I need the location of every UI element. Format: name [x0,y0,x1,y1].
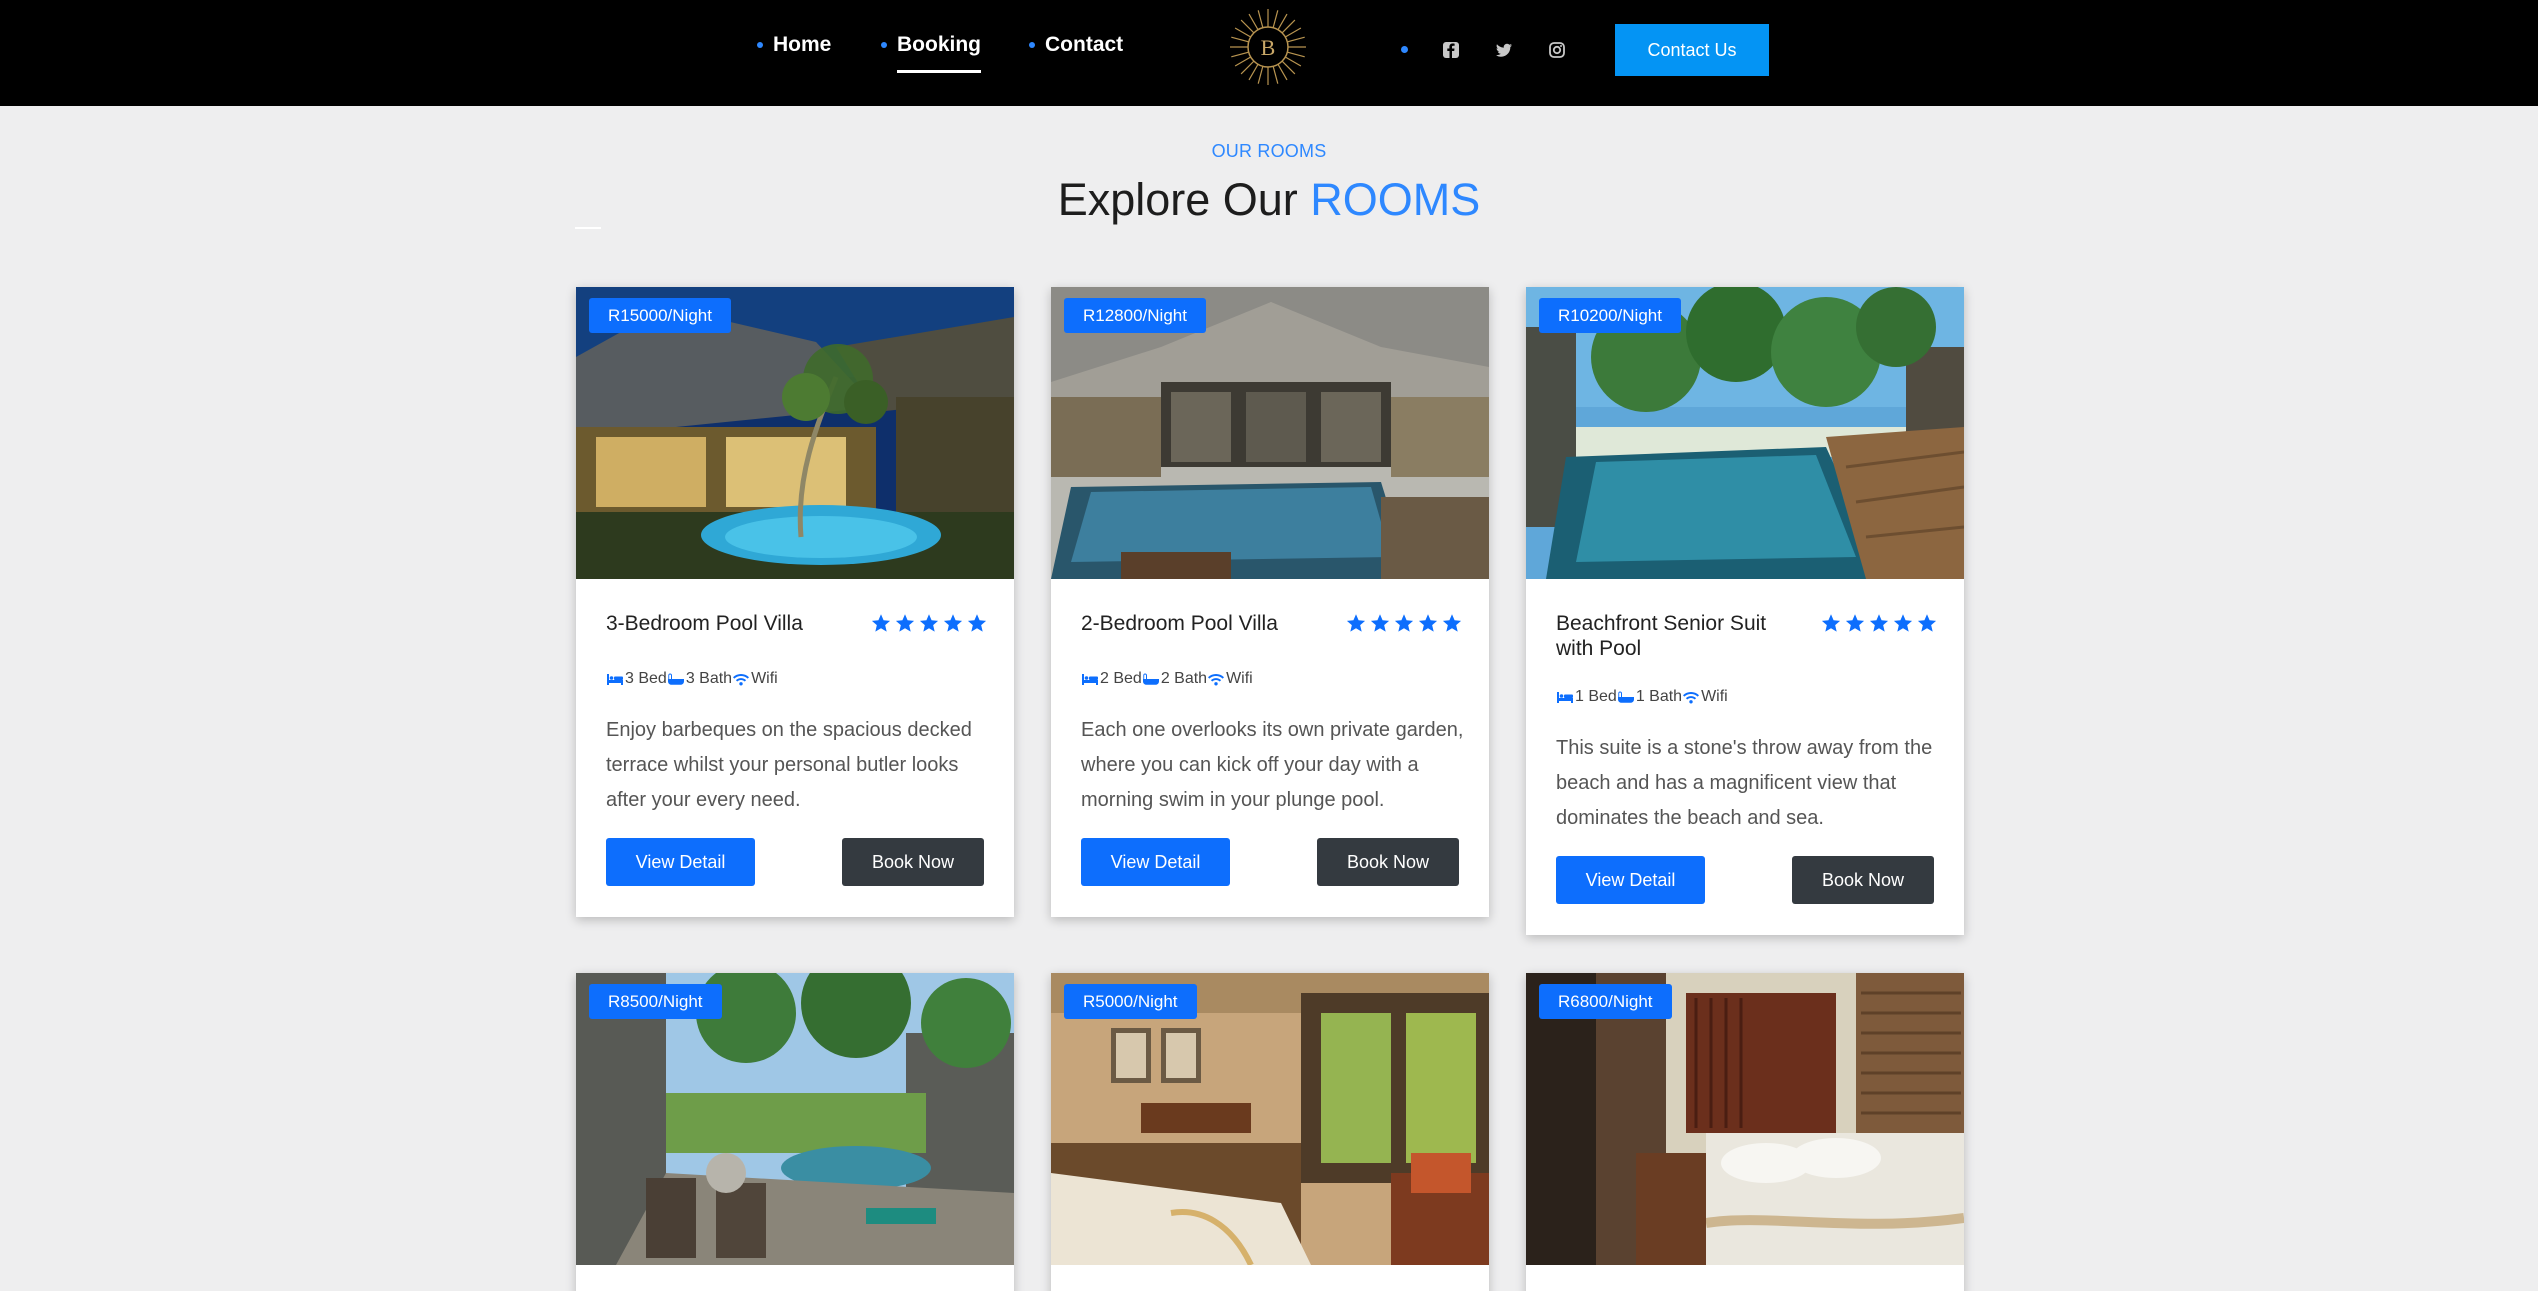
star-icon [1869,613,1889,633]
nav-link-contact[interactable]: Contact [1029,30,1124,60]
twitter-icon[interactable] [1494,40,1514,60]
price-badge: R12800/Night [1064,298,1206,333]
room-card: R10200/Night Beachfront Senior Suit with… [1526,287,1964,935]
amenities: 2 Bed 2 Bath Wifi [1081,670,1253,688]
nav-dot [757,42,763,48]
star-icon [1346,613,1366,633]
bath-count: 1 Bath [1635,688,1683,705]
nav-dot [881,42,887,48]
wifi-icon [1207,672,1225,686]
divider [575,227,601,229]
room-card: R5000/Night [1051,973,1489,1291]
room-title: 3-Bedroom Pool Villa [606,612,803,635]
view-detail-button[interactable]: View Detail [1081,838,1230,886]
bath-icon [1142,672,1160,686]
active-underline [897,70,981,73]
bath-icon [667,672,685,686]
section-eyebrow: OUR ROOMS [1211,141,1327,161]
room-card: R6800/Night [1526,973,1964,1291]
bed-count: 1 Bed [1575,688,1617,705]
nav-link-contact-label: Contact [1045,33,1124,56]
book-now-button[interactable]: Book Now [842,838,984,886]
room-card: R8500/Night [576,973,1014,1291]
star-icon [919,613,939,633]
nav-link-booking[interactable]: Booking [881,30,981,73]
logo-letter: B [1261,35,1276,60]
star-icon [1821,613,1841,633]
nav-link-home[interactable]: Home [757,30,832,60]
star-icon [1418,613,1438,633]
star-icon [1917,613,1937,633]
room-description: This suite is a stone's throw away from … [1556,737,1933,829]
star-icon [967,613,987,633]
star-icon [943,613,963,633]
star-icon [895,613,915,633]
wifi-label: Wifi [1226,670,1253,687]
facebook-icon[interactable] [1441,40,1461,60]
price-badge: R10200/Night [1539,298,1681,333]
price-badge: R15000/Night [589,298,731,333]
book-now-button[interactable]: Book Now [1317,838,1459,886]
navbar: Home Booking Contact B Contact Us [0,0,2538,106]
bed-icon [1556,690,1574,704]
rating-stars [1821,613,1937,633]
wifi-icon [732,672,750,686]
star-icon [1394,613,1414,633]
bed-icon [1081,672,1099,686]
rating-stars [871,613,987,633]
contact-us-button[interactable]: Contact Us [1615,24,1769,76]
bath-icon [1617,690,1635,704]
price-badge: R6800/Night [1539,984,1672,1019]
view-detail-button[interactable]: View Detail [606,838,755,886]
room-description: Each one overlooks its own private garde… [1081,719,1464,811]
price-badge: R5000/Night [1064,984,1197,1019]
bed-count: 2 Bed [1100,670,1142,687]
page-title-prefix: Explore Our [1057,174,1311,225]
star-icon [871,613,891,633]
bed-count: 3 Bed [625,670,667,687]
wifi-icon [1682,690,1700,704]
room-card: R12800/Night 2-Bedroom Pool Villa 2 Bed … [1051,287,1489,917]
amenities: 3 Bed 3 Bath Wifi [606,670,778,688]
star-icon [1845,613,1865,633]
amenities: 1 Bed 1 Bath Wifi [1556,688,1728,706]
nav-link-booking-label: Booking [897,33,981,56]
star-icon [1893,613,1913,633]
bath-count: 3 Bath [685,670,733,687]
social-dot [1401,46,1408,53]
star-icon [1442,613,1462,633]
room-title: Beachfront Senior Suit with Pool [1556,612,1767,660]
wifi-label: Wifi [1701,688,1728,705]
price-badge: R8500/Night [589,984,722,1019]
bath-count: 2 Bath [1160,670,1208,687]
nav-dot [1029,42,1035,48]
star-icon [1370,613,1390,633]
page-title: Explore Our ROOMS [0,170,2538,230]
bed-icon [606,672,624,686]
room-description: Enjoy barbeques on the spacious decked t… [606,719,972,811]
room-title: 2-Bedroom Pool Villa [1081,612,1278,635]
brand-logo[interactable]: B [1228,3,1308,92]
room-card: R15000/Night 3-Bedroom Pool Villa 3 Bed … [576,287,1014,917]
nav-link-home-label: Home [773,33,832,56]
instagram-icon[interactable] [1547,40,1567,60]
view-detail-button[interactable]: View Detail [1556,856,1705,904]
rating-stars [1346,613,1462,633]
wifi-label: Wifi [751,670,778,687]
book-now-button[interactable]: Book Now [1792,856,1934,904]
page-title-accent: ROOMS [1310,174,1481,225]
